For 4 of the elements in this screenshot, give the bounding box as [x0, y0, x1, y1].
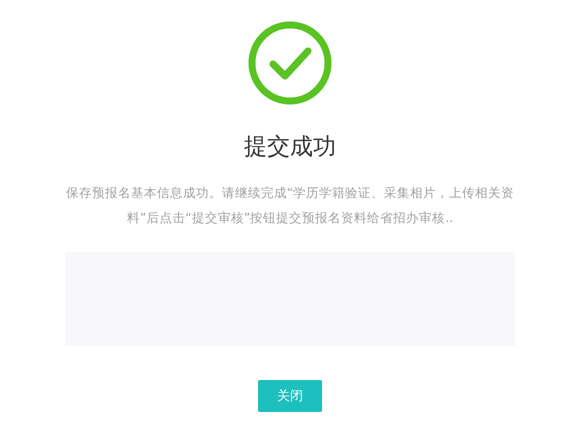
- dialog-title: 提交成功: [244, 133, 336, 162]
- success-message: 保存预报名基本信息成功。请继续完成“学历学籍验证、采集相片，上传相关资料”后点击“提交审核”按钮提交预报名资料给省招办审核..: [64, 184, 516, 227]
- check-circle-icon: [247, 20, 333, 106]
- close-button[interactable]: 关闭: [258, 380, 322, 412]
